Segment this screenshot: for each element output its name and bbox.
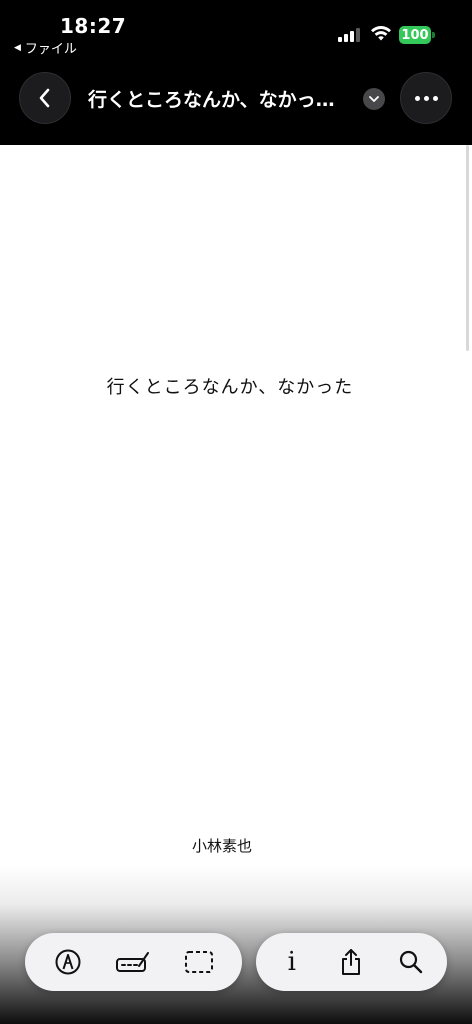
back-to-app-link[interactable]: ◀ ファイル xyxy=(14,38,77,57)
share-button[interactable] xyxy=(329,940,373,984)
signature-icon xyxy=(116,952,150,972)
status-bar: 18:27 ◀ ファイル 100 xyxy=(0,0,472,57)
back-button[interactable] xyxy=(19,72,71,124)
document-heading: 行くところなんか、なかった xyxy=(106,377,354,398)
battery-icon: 100 xyxy=(399,26,431,44)
ellipsis-icon xyxy=(414,95,438,101)
title-menu-button[interactable] xyxy=(363,88,385,110)
share-icon xyxy=(342,949,361,975)
dashed-selection-icon xyxy=(185,951,214,973)
back-to-app-label: ファイル xyxy=(24,42,77,57)
markup-button[interactable] xyxy=(46,940,90,984)
chevron-left-icon xyxy=(39,88,50,108)
signature-button[interactable] xyxy=(111,940,155,984)
cellular-signal-icon xyxy=(338,28,360,42)
search-button[interactable] xyxy=(389,940,433,984)
scroll-indicator[interactable] xyxy=(466,145,469,351)
document-title[interactable]: 行くところなんか、なかっ… xyxy=(88,85,348,112)
back-triangle-icon: ◀ xyxy=(14,42,21,53)
markup-pen-icon xyxy=(55,949,81,975)
navigation-bar: 行くところなんか、なかっ… xyxy=(0,56,472,144)
more-options-button[interactable] xyxy=(400,72,452,124)
wifi-icon xyxy=(371,25,391,41)
selection-button[interactable] xyxy=(177,940,221,984)
battery-cap xyxy=(432,32,435,38)
document-page[interactable]: 行くところなんか、なかった 小林素也 xyxy=(0,145,472,1024)
document-author: 小林素也 xyxy=(191,837,252,855)
search-icon xyxy=(400,950,423,974)
info-icon: i xyxy=(287,947,296,977)
chevron-down-icon xyxy=(369,96,379,102)
actions-toolbar: i xyxy=(256,933,447,991)
status-time: 18:27 xyxy=(60,14,127,38)
markup-toolbar xyxy=(25,933,242,991)
info-button[interactable]: i xyxy=(270,940,314,984)
